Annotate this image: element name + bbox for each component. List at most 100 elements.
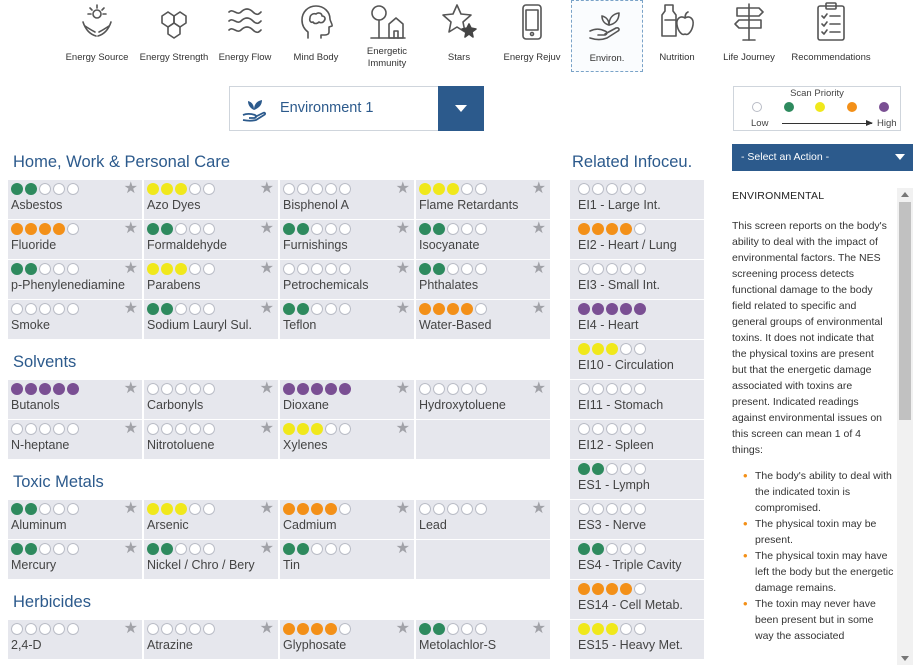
nav-item-energy-flow[interactable]: Energy Flow [209,0,281,72]
star-icon[interactable]: ★ [532,260,546,278]
toxin-cell[interactable]: ★ Carbonyls [144,380,279,420]
nav-item-stars[interactable]: Stars [423,0,495,72]
dropdown-caret-icon[interactable] [438,86,484,131]
related-infoceutical-item[interactable]: EI10 - Circulation [570,340,704,380]
toxin-cell[interactable]: ★ Bisphenol A [280,180,415,220]
nav-item-environ[interactable]: Environ. [571,0,643,72]
star-icon[interactable]: ★ [260,220,274,238]
nav-item-energetic-immunity[interactable]: Energetic Immunity [351,0,423,72]
star-icon[interactable]: ★ [396,220,410,238]
toxin-cell[interactable]: ★ Nickel / Chro / Bery [144,540,279,580]
star-icon[interactable]: ★ [260,500,274,518]
toxin-cell[interactable]: ★ Parabens [144,260,279,300]
star-icon[interactable]: ★ [532,500,546,518]
toxin-cell[interactable]: ★ Azo Dyes [144,180,279,220]
toxin-cell[interactable]: ★ Butanols [8,380,143,420]
toxin-cell[interactable]: ★ N-heptane [8,420,143,460]
star-icon[interactable]: ★ [124,380,138,398]
toxin-cell[interactable]: ★ Water-Based [416,300,551,340]
star-icon[interactable]: ★ [396,260,410,278]
toxin-cell[interactable]: ★ Petrochemicals [280,260,415,300]
related-infoceutical-item[interactable]: ES4 - Triple Cavity [570,540,704,580]
related-infoceutical-item[interactable]: ES15 - Heavy Met. [570,620,704,660]
star-icon[interactable]: ★ [260,260,274,278]
related-infoceutical-item[interactable]: ES14 - Cell Metab. [570,580,704,620]
star-icon[interactable]: ★ [260,180,274,198]
toxin-cell[interactable]: ★ Mercury [8,540,143,580]
toxin-cell[interactable]: ★ Phthalates [416,260,551,300]
toxin-cell[interactable]: ★ Xylenes [280,420,415,460]
related-infoceutical-item[interactable]: EI12 - Spleen [570,420,704,460]
environment-dropdown[interactable]: Environment 1 [229,86,484,131]
related-infoceutical-item[interactable]: ES1 - Lymph [570,460,704,500]
star-icon[interactable]: ★ [532,620,546,638]
star-icon[interactable]: ★ [532,380,546,398]
toxin-cell[interactable]: ★ Formaldehyde [144,220,279,260]
toxin-cell[interactable]: ★ Smoke [8,300,143,340]
star-icon[interactable]: ★ [124,220,138,238]
star-icon[interactable]: ★ [260,620,274,638]
toxin-cell[interactable]: ★ 2,4-D [8,620,143,660]
star-icon[interactable]: ★ [396,180,410,198]
toxin-cell[interactable]: ★ Isocyanate [416,220,551,260]
star-icon[interactable]: ★ [532,180,546,198]
star-icon[interactable]: ★ [532,300,546,318]
related-infoceutical-item[interactable]: EI4 - Heart [570,300,704,340]
related-infoceutical-item[interactable]: EI3 - Small Int. [570,260,704,300]
nav-item-mind-body[interactable]: Mind Body [280,0,352,72]
star-icon[interactable]: ★ [260,300,274,318]
star-icon[interactable]: ★ [124,420,138,438]
related-infoceutical-item[interactable]: ES3 - Nerve [570,500,704,540]
toxin-cell[interactable]: ★ Fluoride [8,220,143,260]
nav-item-nutrition[interactable]: Nutrition [641,0,713,72]
toxin-cell[interactable]: ★ Dioxane [280,380,415,420]
related-infoceutical-item[interactable]: EI2 - Heart / Lung [570,220,704,260]
toxin-cell[interactable]: ★ Lead [416,500,551,540]
toxin-cell[interactable]: ★ Tin [280,540,415,580]
toxin-cell[interactable]: ★ p-Phenylenediamine [8,260,143,300]
nav-item-energy-source[interactable]: Energy Source [61,0,133,72]
toxin-cell[interactable]: ★ Arsenic [144,500,279,540]
nav-item-recommendations[interactable]: Recommendations [785,0,877,72]
toxin-cell[interactable]: ★ Cadmium [280,500,415,540]
related-infoceutical-item[interactable]: EI1 - Large Int. [570,180,704,220]
star-icon[interactable]: ★ [396,540,410,558]
star-icon[interactable]: ★ [260,420,274,438]
star-icon[interactable]: ★ [124,500,138,518]
toxin-cell[interactable]: ★ Nitrotoluene [144,420,279,460]
star-icon[interactable]: ★ [124,180,138,198]
star-icon[interactable]: ★ [532,220,546,238]
nav-item-energy-strength[interactable]: Energy Strength [138,0,210,72]
star-icon[interactable]: ★ [260,540,274,558]
star-icon[interactable]: ★ [124,540,138,558]
toxin-label: N-heptane [11,438,70,452]
star-icon[interactable]: ★ [396,620,410,638]
toxin-cell[interactable]: ★ Teflon [280,300,415,340]
toxin-cell[interactable]: ★ Flame Retardants [416,180,551,220]
related-infoceutical-item[interactable]: EI11 - Stomach [570,380,704,420]
star-icon[interactable]: ★ [124,300,138,318]
star-icon[interactable]: ★ [396,420,410,438]
star-icon[interactable]: ★ [396,500,410,518]
priority-level-dot [879,102,889,112]
toxin-cell[interactable]: ★ Hydroxytoluene [416,380,551,420]
nav-item-life-journey[interactable]: Life Journey [713,0,785,72]
scroll-up-arrow-icon[interactable] [901,192,909,197]
scrollbar-thumb[interactable] [899,202,911,420]
star-icon[interactable]: ★ [396,380,410,398]
star-icon[interactable]: ★ [396,300,410,318]
info-scrollbar[interactable] [897,188,913,665]
toxin-cell[interactable]: ★ Aluminum [8,500,143,540]
toxin-cell[interactable]: ★ Glyphosate [280,620,415,660]
star-icon[interactable]: ★ [124,260,138,278]
toxin-cell[interactable]: ★ Atrazine [144,620,279,660]
scroll-down-arrow-icon[interactable] [901,656,909,661]
star-icon[interactable]: ★ [260,380,274,398]
toxin-cell[interactable]: ★ Asbestos [8,180,143,220]
nav-item-energy-rejuv[interactable]: Energy Rejuv [496,0,568,72]
star-icon[interactable]: ★ [124,620,138,638]
action-dropdown[interactable]: - Select an Action - [732,144,913,171]
toxin-cell[interactable]: ★ Sodium Lauryl Sul. [144,300,279,340]
toxin-cell[interactable]: ★ Furnishings [280,220,415,260]
toxin-cell[interactable]: ★ Metolachlor-S [416,620,551,660]
